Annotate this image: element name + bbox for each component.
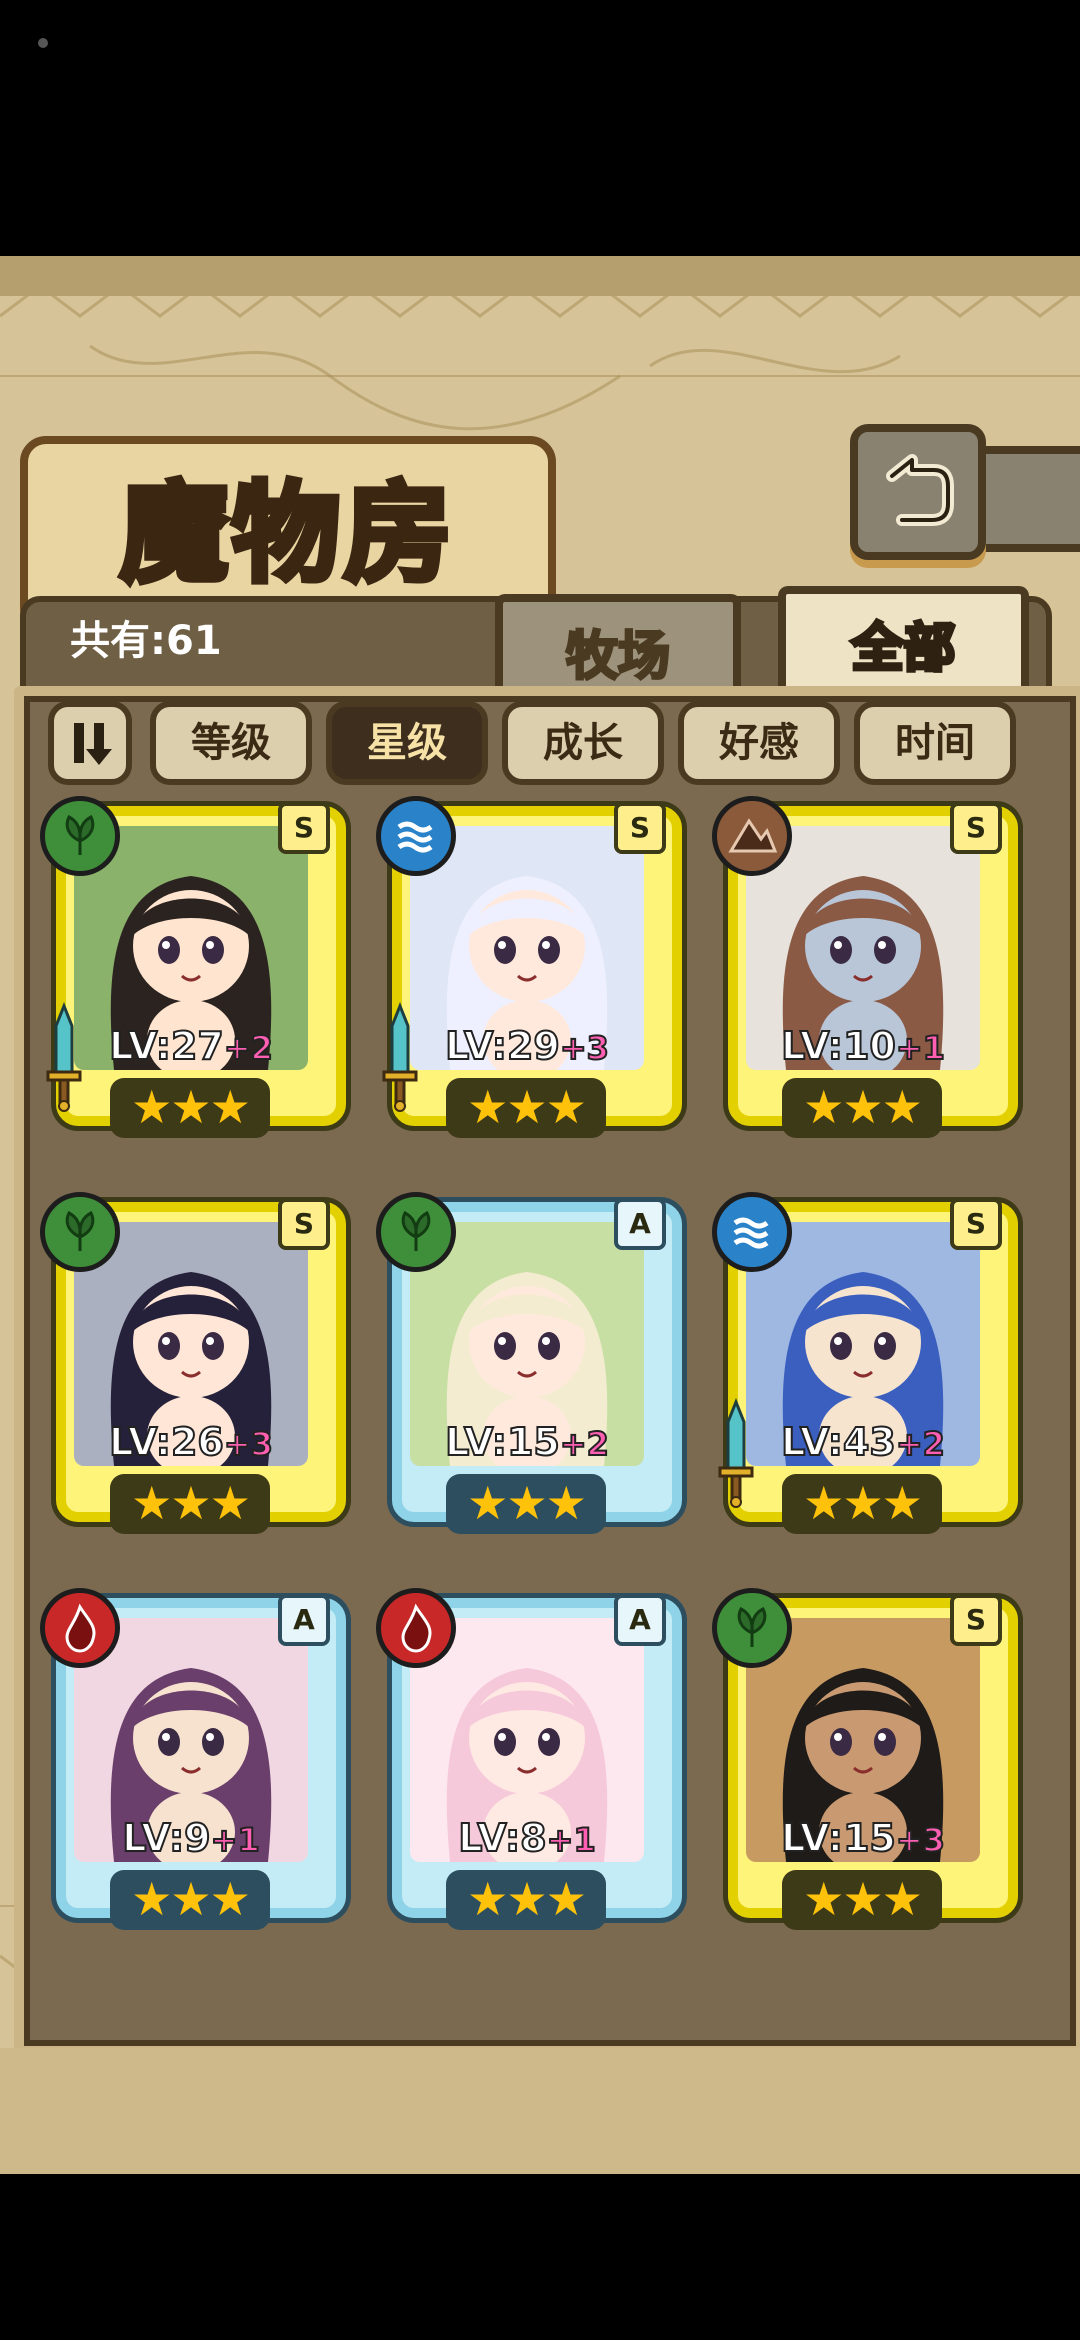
level-label: LV:27+2 bbox=[74, 1023, 308, 1069]
star-rating: ★★★ bbox=[446, 1870, 606, 1930]
fire-element-icon bbox=[40, 1588, 120, 1668]
star-rating: ★★★ bbox=[782, 1078, 942, 1138]
rank-badge: S bbox=[950, 1198, 1002, 1250]
level-value: LV:9 bbox=[121, 1815, 211, 1861]
monster-card[interactable]: A LV:9+1 ★★★ bbox=[40, 1588, 346, 1948]
monster-card[interactable]: S LV:29+3 ★★★ bbox=[376, 796, 682, 1156]
filter-bar: 等级 星级 成长 好感 时间 bbox=[48, 701, 1038, 785]
rank-badge: A bbox=[614, 1594, 666, 1646]
monster-card[interactable]: A LV:8+1 ★★★ bbox=[376, 1588, 682, 1948]
level-value: LV:10 bbox=[780, 1023, 897, 1069]
plant-element-icon bbox=[712, 1588, 792, 1668]
plant-element-icon bbox=[40, 1192, 120, 1272]
filter-affinity[interactable]: 好感 bbox=[678, 701, 840, 785]
level-value: LV:8 bbox=[457, 1815, 547, 1861]
level-label: LV:15+3 bbox=[746, 1815, 980, 1861]
star-rating: ★★★ bbox=[782, 1870, 942, 1930]
level-label: LV:43+2 bbox=[746, 1419, 980, 1465]
rank-badge: S bbox=[614, 802, 666, 854]
sort-toggle-icon bbox=[74, 723, 112, 765]
star-rating: ★★★ bbox=[110, 1870, 270, 1930]
fire-element-icon bbox=[376, 1588, 456, 1668]
monster-card[interactable]: S LV:27+2 ★★★ bbox=[40, 796, 346, 1156]
level-label: LV:9+1 bbox=[74, 1815, 308, 1861]
monster-card[interactable]: A LV:15+2 ★★★ bbox=[376, 1192, 682, 1552]
level-bonus: +3 bbox=[559, 1028, 610, 1068]
plant-element-icon bbox=[376, 1192, 456, 1272]
water-element-icon bbox=[712, 1192, 792, 1272]
star-rating: ★★★ bbox=[110, 1078, 270, 1138]
star-rating: ★★★ bbox=[446, 1078, 606, 1138]
star-rating: ★★★ bbox=[110, 1474, 270, 1534]
level-value: LV:26 bbox=[108, 1419, 225, 1465]
rank-badge: S bbox=[278, 802, 330, 854]
level-value: LV:15 bbox=[444, 1419, 561, 1465]
rank-badge: S bbox=[278, 1198, 330, 1250]
monster-card[interactable]: S LV:43+2 ★★★ bbox=[712, 1192, 1018, 1552]
monster-count: 共有:61 bbox=[70, 618, 222, 664]
monster-card[interactable]: S LV:26+3 ★★★ bbox=[40, 1192, 346, 1552]
level-bonus: +2 bbox=[895, 1424, 946, 1464]
filter-time[interactable]: 时间 bbox=[854, 701, 1016, 785]
monster-card[interactable]: S LV:10+1 ★★★ bbox=[712, 796, 1018, 1156]
sort-toggle-button[interactable] bbox=[48, 701, 132, 785]
level-label: LV:29+3 bbox=[410, 1023, 644, 1069]
level-label: LV:15+2 bbox=[410, 1419, 644, 1465]
water-element-icon bbox=[376, 796, 456, 876]
level-bonus: +3 bbox=[223, 1424, 274, 1464]
filter-level[interactable]: 等级 bbox=[150, 701, 312, 785]
game-screen: 魔物房间 共有:61 牧场 全部 等级 星级 成长 好感 时间 SLV:27+2… bbox=[0, 256, 1080, 2174]
level-bonus: +1 bbox=[895, 1028, 946, 1068]
filter-growth[interactable]: 成长 bbox=[502, 701, 664, 785]
monster-card[interactable]: S LV:15+3 ★★★ bbox=[712, 1588, 1018, 1948]
rank-badge: A bbox=[614, 1198, 666, 1250]
level-label: LV:10+1 bbox=[746, 1023, 980, 1069]
plant-element-icon bbox=[40, 796, 120, 876]
level-bonus: +3 bbox=[895, 1820, 946, 1860]
level-label: LV:8+1 bbox=[410, 1815, 644, 1861]
level-label: LV:26+3 bbox=[74, 1419, 308, 1465]
filter-star[interactable]: 星级 bbox=[326, 701, 488, 785]
back-arrow-icon bbox=[886, 454, 954, 526]
rank-badge: A bbox=[278, 1594, 330, 1646]
level-value: LV:27 bbox=[108, 1023, 225, 1069]
star-rating: ★★★ bbox=[446, 1474, 606, 1534]
level-value: LV:43 bbox=[780, 1419, 897, 1465]
level-bonus: +1 bbox=[210, 1820, 261, 1860]
level-value: LV:29 bbox=[444, 1023, 561, 1069]
level-bonus: +2 bbox=[559, 1424, 610, 1464]
level-bonus: +2 bbox=[223, 1028, 274, 1068]
system-nav-area bbox=[0, 2174, 1080, 2340]
rank-badge: S bbox=[950, 802, 1002, 854]
level-value: LV:15 bbox=[780, 1815, 897, 1861]
rank-badge: S bbox=[950, 1594, 1002, 1646]
back-button[interactable] bbox=[850, 424, 986, 560]
bottom-map-band bbox=[0, 2048, 1080, 2174]
star-rating: ★★★ bbox=[782, 1474, 942, 1534]
earth-element-icon bbox=[712, 796, 792, 876]
level-bonus: +1 bbox=[546, 1820, 597, 1860]
status-indicator bbox=[38, 38, 48, 48]
